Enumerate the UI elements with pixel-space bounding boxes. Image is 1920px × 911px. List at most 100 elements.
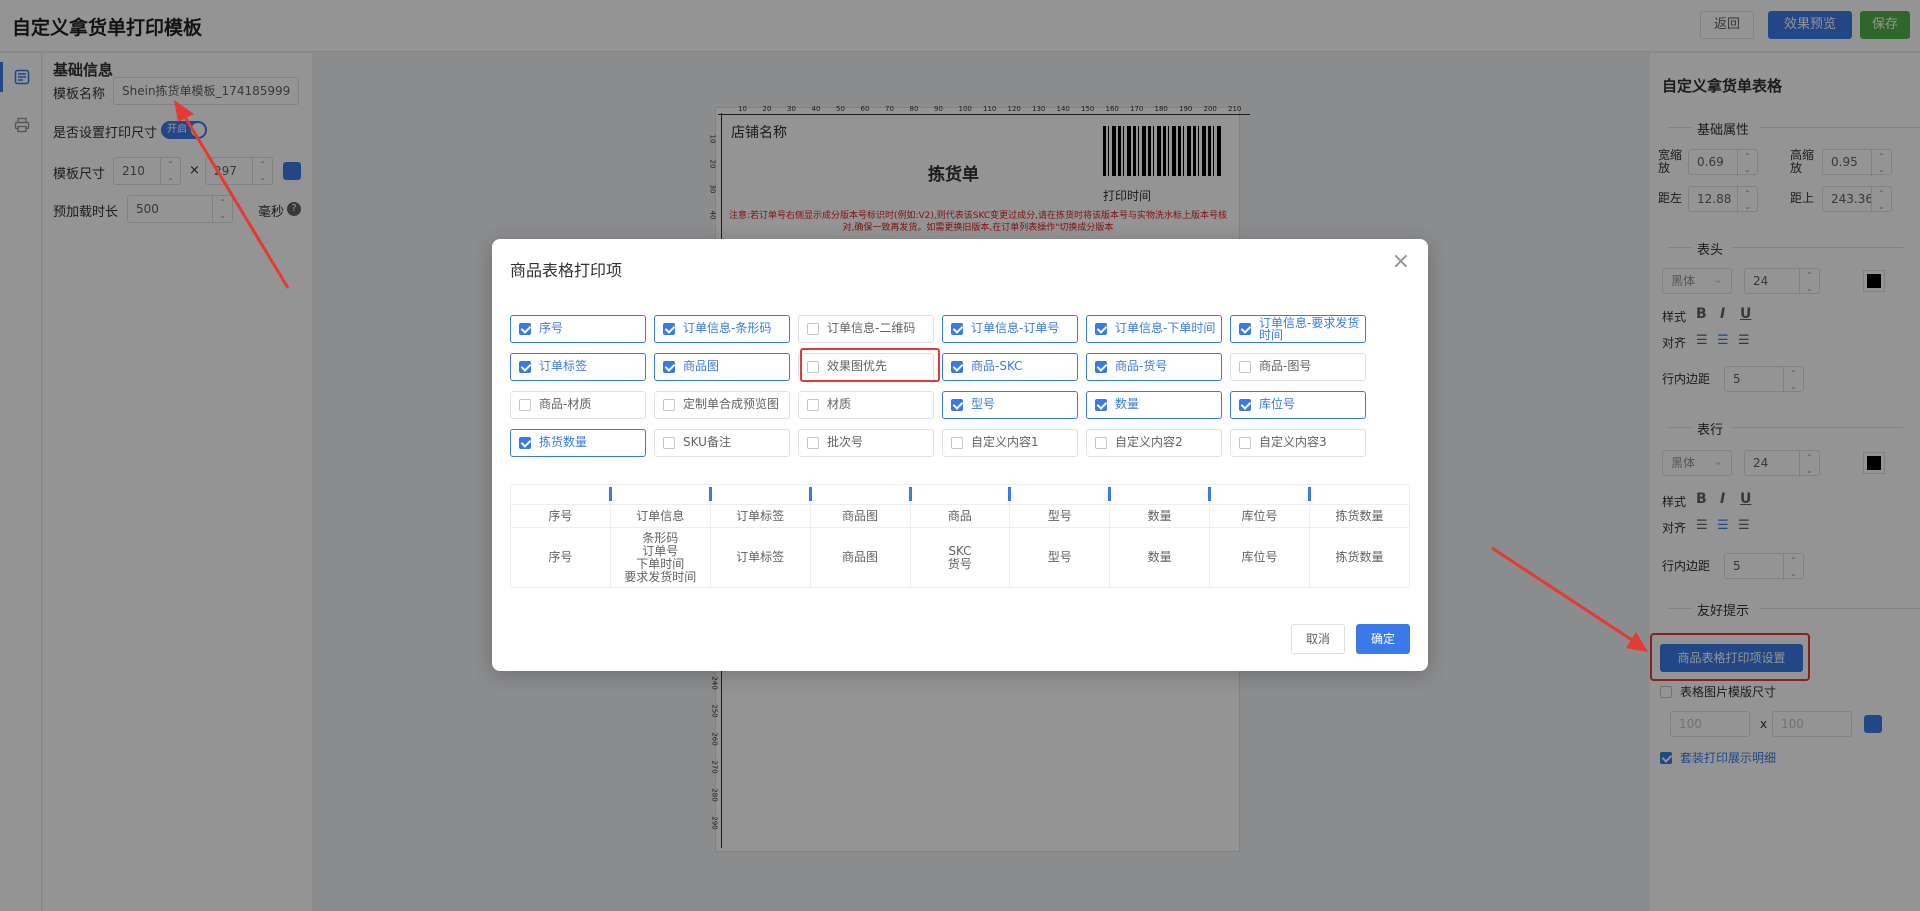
column-resize-cell (809, 484, 912, 505)
preview-table: 序号 订单信息 订单标签 商品图 商品 型号 数量 库位号 拣货数量 序号 条形码 订单号 下单时… (510, 484, 1410, 588)
option-checkbox[interactable] (1239, 399, 1251, 411)
option-label: 拣货数量 (539, 435, 588, 449)
option-item[interactable]: 数量 (1086, 391, 1222, 419)
column-resize-cell (1209, 484, 1311, 505)
cancel-button[interactable]: 取消 (1291, 624, 1345, 654)
table-header-cell: 商品 (909, 504, 1011, 528)
option-checkbox[interactable] (1239, 437, 1251, 449)
table-body-cell: 商品图 (809, 527, 911, 588)
table-header-cell: 订单信息 (609, 504, 711, 528)
option-label: 商品-货号 (1115, 359, 1168, 373)
table-body-cell: 库位号 (1209, 527, 1310, 588)
option-checkbox[interactable] (1239, 361, 1251, 373)
column-resize-cell (609, 484, 712, 505)
option-checkbox[interactable] (951, 323, 963, 335)
column-resize-cell (1009, 484, 1112, 505)
option-checkbox[interactable] (807, 323, 819, 335)
option-checkbox[interactable] (519, 323, 531, 335)
option-item[interactable]: 自定义内容3 (1230, 429, 1366, 457)
option-item[interactable]: 定制单合成预览图 (654, 391, 790, 419)
option-item[interactable]: 自定义内容1 (942, 429, 1078, 457)
option-item[interactable]: 商品图 (654, 353, 790, 381)
table-body-cell: 型号 (1009, 527, 1111, 588)
table-header-cell: 商品图 (809, 504, 911, 528)
option-item[interactable]: 订单信息-下单时间 (1086, 315, 1222, 343)
option-item[interactable]: SKU备注 (654, 429, 790, 457)
option-item[interactable]: 批次号 (798, 429, 934, 457)
option-label: 订单信息-下单时间 (1115, 321, 1216, 335)
option-item[interactable]: 订单信息-要求发货时间 (1230, 315, 1366, 343)
option-item[interactable]: 订单标签 (510, 353, 646, 381)
option-label: 定制单合成预览图 (683, 397, 780, 411)
option-checkbox[interactable] (951, 437, 963, 449)
table-body-cell: SKC 货号 (909, 527, 1011, 588)
option-item[interactable]: 订单信息-订单号 (942, 315, 1078, 343)
option-label: 商品-SKC (971, 359, 1023, 373)
option-item[interactable]: 订单信息-二维码 (798, 315, 934, 343)
dialog-title: 商品表格打印项 (510, 261, 623, 280)
option-item[interactable]: 拣货数量 (510, 429, 646, 457)
option-checkbox[interactable] (663, 399, 675, 411)
table-header-cell: 库位号 (1209, 504, 1310, 528)
option-checkbox[interactable] (1095, 399, 1107, 411)
option-label: 自定义内容3 (1259, 435, 1327, 449)
option-item[interactable]: 材质 (798, 391, 934, 419)
option-checkbox[interactable] (1095, 437, 1107, 449)
option-checkbox[interactable] (519, 361, 531, 373)
option-label: 序号 (539, 321, 564, 335)
option-label: 订单信息-要求发货时间 (1259, 316, 1360, 342)
option-item[interactable]: 订单信息-条形码 (654, 315, 790, 343)
option-checkbox[interactable] (663, 323, 675, 335)
option-item[interactable]: 序号 (510, 315, 646, 343)
table-body-cell: 订单标签 (709, 527, 811, 588)
table-header-cell: 拣货数量 (1309, 504, 1410, 528)
option-item[interactable]: 自定义内容2 (1086, 429, 1222, 457)
table-body-cell: 数量 (1109, 527, 1211, 588)
close-icon[interactable]: × (1392, 251, 1410, 273)
table-header-cell: 型号 (1009, 504, 1111, 528)
option-item[interactable]: 商品-货号 (1086, 353, 1222, 381)
option-item[interactable]: 商品-图号 (1230, 353, 1366, 381)
option-item[interactable]: 商品-材质 (510, 391, 646, 419)
option-highlight-box (800, 348, 940, 382)
option-checkbox[interactable] (663, 361, 675, 373)
option-item[interactable]: 商品-SKC (942, 353, 1078, 381)
option-label: 型号 (971, 397, 996, 411)
column-resize-cell (510, 484, 612, 505)
option-label: 自定义内容1 (971, 435, 1039, 449)
option-item[interactable]: 库位号 (1230, 391, 1366, 419)
option-label: 自定义内容2 (1115, 435, 1183, 449)
table-body-cell: 拣货数量 (1309, 527, 1410, 588)
option-checkbox[interactable] (519, 437, 531, 449)
print-items-dialog: 商品表格打印项 × 序号 订单信息-条形码 订单信息-二维码 订单信息-订单号 订单信息… (492, 239, 1428, 671)
option-checkbox[interactable] (1239, 323, 1251, 335)
option-label: 订单信息-条形码 (683, 321, 772, 335)
option-checkbox[interactable] (951, 399, 963, 411)
option-label: 订单信息-二维码 (827, 321, 916, 335)
option-label: 批次号 (827, 435, 864, 449)
option-checkbox[interactable] (807, 399, 819, 411)
option-label: 商品-材质 (539, 397, 592, 411)
option-label: 订单信息-订单号 (971, 321, 1060, 335)
confirm-button[interactable]: 确定 (1356, 624, 1410, 654)
column-resize-cell (709, 484, 812, 505)
option-checkbox[interactable] (519, 399, 531, 411)
option-checkbox[interactable] (807, 437, 819, 449)
option-label: 数量 (1115, 397, 1140, 411)
column-resize-cell (909, 484, 1012, 505)
option-label: 商品图 (683, 359, 720, 373)
table-header-cell: 数量 (1109, 504, 1211, 528)
option-checkbox[interactable] (1095, 323, 1107, 335)
table-header-cell: 订单标签 (709, 504, 811, 528)
table-body-cell: 序号 (510, 527, 611, 588)
option-label: 商品-图号 (1259, 359, 1312, 373)
column-resize-cell (1109, 484, 1212, 505)
option-checkbox[interactable] (663, 437, 675, 449)
option-item[interactable]: 型号 (942, 391, 1078, 419)
column-resize-cell (1309, 484, 1410, 505)
table-body-cell: 条形码 订单号 下单时间 要求发货时间 (609, 527, 711, 588)
option-checkbox[interactable] (1095, 361, 1107, 373)
option-label: 库位号 (1259, 397, 1296, 411)
table-header-cell: 序号 (510, 504, 611, 528)
option-checkbox[interactable] (951, 361, 963, 373)
